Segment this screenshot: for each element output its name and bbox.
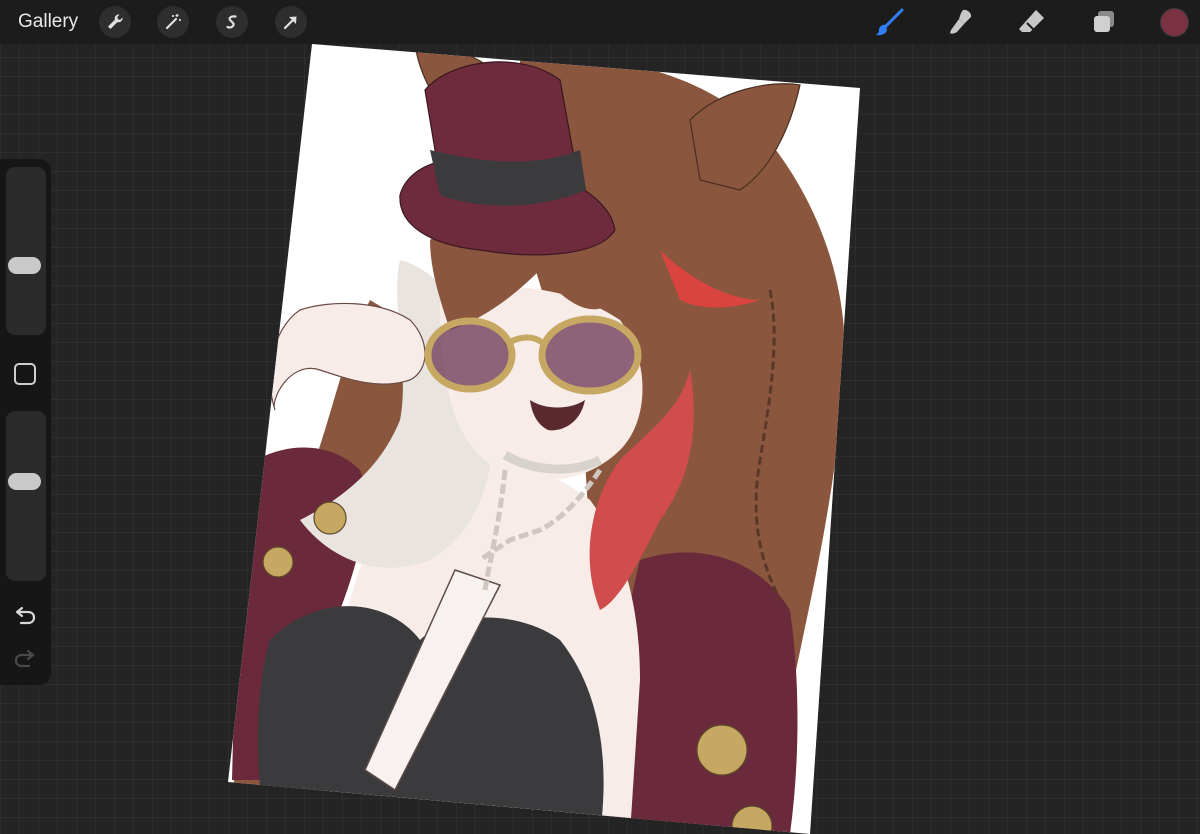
- artwork-mouth: [530, 400, 585, 431]
- artwork-face: [440, 286, 643, 481]
- wrench-icon: [108, 14, 123, 29]
- artwork-button-4: [731, 805, 773, 834]
- artwork-hair-white: [300, 260, 493, 568]
- artwork-red-streak-1: [660, 250, 760, 308]
- artwork-glasses-right-lens: [538, 315, 642, 395]
- actions-button[interactable]: [99, 6, 131, 38]
- adjustments-button[interactable]: [157, 6, 189, 38]
- brush-icon: [876, 8, 904, 36]
- modify-button[interactable]: [14, 363, 36, 385]
- opacity-slider-thumb[interactable]: [8, 473, 41, 490]
- artwork-glasses-left-lens: [424, 317, 516, 393]
- eraser-icon: [1019, 10, 1044, 32]
- opacity-slider[interactable]: [6, 411, 46, 581]
- artwork-dress: [258, 606, 604, 834]
- artwork-button-1: [313, 501, 347, 535]
- artwork-skin-body: [327, 460, 640, 834]
- artwork-hair-back: [520, 57, 846, 834]
- artwork-jacket-right: [600, 552, 798, 834]
- smudge-icon: [950, 9, 972, 34]
- undo-arrow-icon[interactable]: [13, 605, 37, 627]
- layers-button[interactable]: [1087, 5, 1121, 39]
- canvas-paper: [228, 44, 860, 834]
- selection-button[interactable]: [216, 6, 248, 38]
- artwork-glasses-bridge: [503, 334, 548, 348]
- artwork-hand: [269, 302, 426, 411]
- artwork-hair-front: [430, 204, 708, 380]
- brush-size-slider-thumb[interactable]: [8, 256, 41, 274]
- left-sidebar: [0, 159, 51, 685]
- color-picker-button[interactable]: [1160, 8, 1189, 37]
- artwork-button-3: [696, 724, 748, 776]
- artwork-jacket-left: [232, 447, 366, 780]
- artwork-ear-left: [414, 44, 521, 141]
- magic-wand-icon: [165, 14, 181, 30]
- artwork-choker: [502, 451, 603, 474]
- eraser-tool-button[interactable]: [1015, 5, 1049, 39]
- artwork-canvas[interactable]: [0, 0, 1200, 834]
- artwork-tie: [364, 569, 502, 792]
- artwork-hat-brim: [399, 157, 616, 256]
- transform-arrow-icon: [283, 16, 297, 30]
- smudge-tool-button[interactable]: [944, 5, 978, 39]
- artwork-braid: [754, 289, 782, 601]
- brush-size-slider[interactable]: [6, 167, 46, 335]
- artwork-hat-crown: [424, 61, 581, 196]
- artwork-hat-band: [430, 150, 586, 206]
- artwork-hair-left: [232, 300, 420, 820]
- top-toolbar: Gallery: [0, 0, 1200, 44]
- selection-s-icon: [226, 15, 237, 29]
- artwork-button-2: [262, 546, 294, 578]
- brush-tool-button[interactable]: [873, 5, 907, 39]
- artwork-ear-right: [689, 83, 801, 191]
- gallery-button[interactable]: Gallery: [18, 11, 78, 33]
- artwork-chain: [478, 468, 603, 591]
- redo-arrow-icon[interactable]: [13, 648, 37, 670]
- layers-icon: [1094, 11, 1114, 32]
- canvas-area[interactable]: [0, 0, 1200, 834]
- transform-button[interactable]: [275, 6, 307, 38]
- artwork-red-streak-2: [589, 370, 694, 610]
